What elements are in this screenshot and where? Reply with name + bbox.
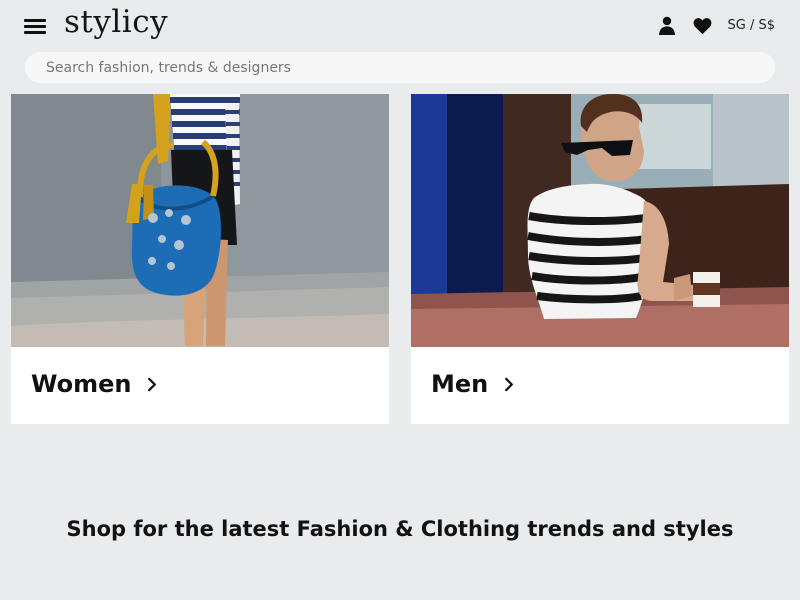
men-category-card[interactable]: Men bbox=[411, 94, 789, 424]
user-icon bbox=[658, 16, 675, 35]
heart-icon bbox=[693, 17, 712, 34]
search-input[interactable] bbox=[25, 52, 775, 83]
region-currency-selector[interactable]: SG / S$ bbox=[728, 18, 776, 33]
women-category-card[interactable]: Women bbox=[11, 94, 389, 424]
men-category-label: Men bbox=[431, 370, 489, 398]
wishlist-icon[interactable] bbox=[692, 14, 714, 36]
women-category-image bbox=[11, 94, 389, 347]
header-actions: SG / S$ bbox=[656, 14, 776, 36]
account-icon[interactable] bbox=[656, 14, 678, 36]
chevron-right-icon bbox=[505, 377, 514, 391]
women-category-label: Women bbox=[31, 370, 132, 398]
men-category-image bbox=[411, 94, 789, 347]
women-label-row: Women bbox=[31, 370, 157, 398]
hamburger-menu-icon[interactable] bbox=[24, 16, 46, 36]
site-header: stylicy SG / S$ bbox=[0, 0, 800, 52]
search-bar bbox=[25, 52, 775, 83]
chevron-right-icon bbox=[148, 377, 157, 391]
stylicy-logo[interactable]: stylicy bbox=[64, 4, 168, 40]
page-tagline: Shop for the latest Fashion & Clothing t… bbox=[66, 517, 734, 541]
men-label-row: Men bbox=[431, 370, 514, 398]
